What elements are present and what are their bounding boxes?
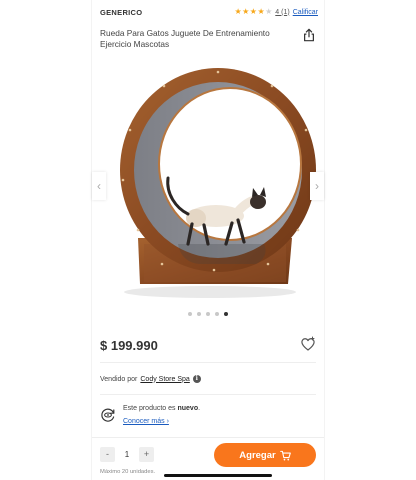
rating-count[interactable]: 4 (1) xyxy=(275,9,289,16)
seller-link[interactable]: Cody Store Spa xyxy=(140,376,189,383)
carousel-dot[interactable] xyxy=(206,312,210,316)
carousel-next-button[interactable]: › xyxy=(310,172,324,200)
add-to-cart-label: Agregar xyxy=(239,449,276,461)
divider xyxy=(100,394,316,395)
product-title: Rueda Para Gatos Juguete De Entrenamient… xyxy=(100,28,270,49)
star-icon: ★ xyxy=(257,7,265,16)
star-icon: ★ xyxy=(249,7,257,16)
increment-button[interactable]: + xyxy=(139,447,154,462)
product-detail: GENERICO ★ ★ ★ ★ ★ 4 (1) Calificar Rueda… xyxy=(92,0,324,480)
add-to-cart-button[interactable]: Agregar xyxy=(214,443,316,467)
carousel-dot[interactable] xyxy=(215,312,219,316)
product-price: $ 199.990 xyxy=(100,338,158,353)
condition-prefix: Este producto es xyxy=(123,405,176,412)
condition-value: nuevo xyxy=(177,405,199,412)
quantity-value[interactable]: 1 xyxy=(115,450,139,459)
brand-name[interactable]: GENERICO xyxy=(100,8,142,17)
refresh-eye-icon xyxy=(101,408,115,422)
info-icon[interactable]: i xyxy=(192,375,201,383)
carousel-dot-active[interactable] xyxy=(224,312,228,316)
carousel-dot[interactable] xyxy=(188,312,192,316)
home-indicator xyxy=(164,474,272,477)
carousel-prev-button[interactable]: ‹ xyxy=(92,172,106,200)
star-icon: ★ xyxy=(234,7,242,16)
rate-link[interactable]: Calificar xyxy=(293,9,318,16)
star-icon: ★ xyxy=(265,7,273,16)
carousel-dot[interactable] xyxy=(197,312,201,316)
heart-icon[interactable] xyxy=(300,336,316,352)
decrement-button[interactable]: - xyxy=(100,447,115,462)
divider xyxy=(100,362,316,363)
seller-info: Vendido por Cody Store Spa i xyxy=(100,375,201,383)
star-icon: ★ xyxy=(242,7,250,16)
rating-stars: ★ ★ ★ ★ ★ xyxy=(234,7,272,17)
seller-prefix: Vendido por xyxy=(100,375,138,383)
carousel-pagination xyxy=(92,312,324,316)
product-image xyxy=(120,68,316,298)
page: GENERICO ★ ★ ★ ★ ★ 4 (1) Calificar Rueda… xyxy=(0,0,416,480)
product-image-carousel[interactable]: ‹ › xyxy=(92,60,324,310)
quantity-stepper: - 1 + xyxy=(100,447,154,462)
rating: ★ ★ ★ ★ ★ 4 (1) Calificar xyxy=(234,7,318,17)
learn-more-link[interactable]: Conocer más › xyxy=(123,418,169,425)
condition-text: Este producto es nuevo. xyxy=(123,405,201,412)
max-units-note: Máximo 20 unidades. xyxy=(100,469,156,475)
share-icon[interactable] xyxy=(302,28,316,42)
cart-icon xyxy=(279,450,291,460)
product-header: GENERICO ★ ★ ★ ★ ★ 4 (1) Calificar xyxy=(100,7,318,21)
